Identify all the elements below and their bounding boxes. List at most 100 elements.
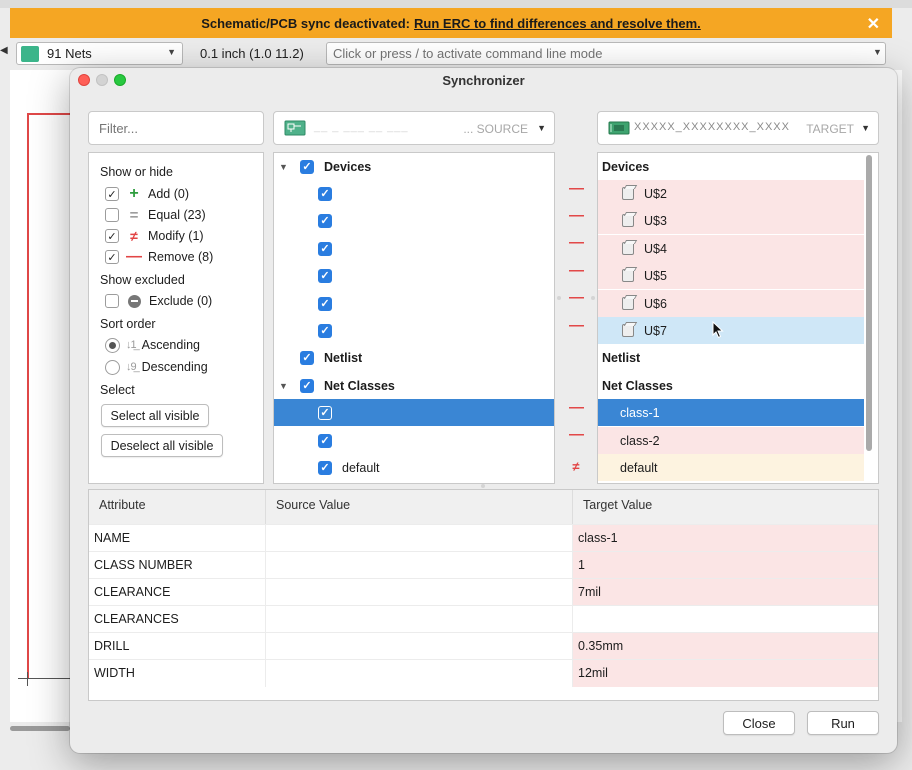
target-tag: TARGET — [806, 122, 854, 136]
table-row[interactable]: WIDTH 12mil — [89, 659, 878, 687]
class-name: class-1 — [620, 405, 660, 420]
checkbox-checked[interactable]: ✓ — [318, 213, 332, 228]
checkbox-checked[interactable]: ✓ — [318, 186, 332, 201]
checkbox-checked[interactable]: ✓ — [318, 268, 332, 283]
target-device-row[interactable]: U$4 — [598, 235, 864, 262]
target-device-row[interactable]: U$5 — [598, 262, 864, 289]
checkbox-checked[interactable]: ✓ — [318, 296, 332, 311]
radio-selected[interactable] — [105, 337, 120, 353]
checkbox-checked[interactable]: ✓ — [300, 159, 314, 174]
canvas-scrollbar[interactable] — [10, 726, 70, 731]
table-row[interactable]: CLEARANCE 7mil — [89, 578, 878, 606]
checkbox-checked[interactable]: ✓ — [318, 241, 332, 256]
target-device-row[interactable]: U$3 — [598, 207, 864, 234]
checkbox-checked[interactable]: ✓ — [318, 405, 332, 420]
splitter-handle[interactable] — [591, 296, 595, 300]
remove-marker-icon: — — [569, 207, 584, 224]
checkbox-checked[interactable]: ✓ — [105, 187, 119, 201]
banner-message: Schematic/PCB sync deactivated: — [201, 15, 411, 31]
target-class-row-selected[interactable]: class-1 — [598, 399, 864, 426]
table-row[interactable]: DRILL 0.35mm — [89, 632, 878, 660]
table-row[interactable]: NAME class-1 — [89, 524, 878, 552]
checkbox-checked[interactable]: ✓ — [105, 229, 119, 243]
target-devices-group[interactable]: Devices — [598, 153, 864, 180]
target-class-row[interactable]: class-2 — [598, 427, 864, 454]
target-device-row[interactable]: U$2 — [598, 180, 864, 207]
source-device-row[interactable]: ✓ — [274, 317, 554, 344]
show-add-toggle[interactable]: ✓ + Add (0) — [105, 185, 189, 203]
source-selector[interactable]: __ _ ___ __ ___ ... SOURCE ▼ — [273, 111, 555, 145]
target-tree[interactable]: Devices U$2 U$3 U$4 U$5 U$6 U$7 Netlist — [597, 152, 879, 484]
source-class-row[interactable]: ✓ — [274, 427, 554, 454]
remove-marker-icon: — — [569, 234, 584, 251]
dialog-titlebar[interactable]: Synchronizer — [70, 68, 897, 94]
filter-input[interactable] — [88, 111, 264, 145]
device-icon — [622, 297, 634, 310]
run-button[interactable]: Run — [807, 711, 879, 735]
show-remove-toggle[interactable]: ✓ — Remove (8) — [105, 248, 213, 266]
checkbox-checked[interactable]: ✓ — [300, 350, 314, 365]
source-devices-group[interactable]: ▼ ✓ Devices — [274, 153, 554, 180]
attribute-name: WIDTH — [89, 660, 266, 687]
attribute-name: CLASS NUMBER — [89, 552, 266, 579]
table-row[interactable]: CLASS NUMBER 1 — [89, 551, 878, 579]
target-device-row-hovered[interactable]: U$7 — [598, 317, 864, 344]
target-class-row[interactable]: default — [598, 454, 864, 481]
sort-descending-radio[interactable]: ↓9̲ Descending — [105, 358, 208, 376]
checkbox-checked[interactable]: ✓ — [318, 323, 332, 338]
source-device-row[interactable]: ✓ — [274, 235, 554, 262]
device-icon — [622, 324, 634, 337]
source-device-row[interactable]: ✓ — [274, 262, 554, 289]
target-device-row[interactable]: U$6 — [598, 290, 864, 317]
source-value — [266, 633, 573, 660]
command-line-input[interactable] — [326, 42, 886, 65]
checkbox-unchecked[interactable] — [105, 208, 119, 222]
device-name: U$7 — [644, 323, 667, 338]
ascending-label: Ascending — [141, 338, 200, 352]
target-netlist-label: Netlist — [602, 350, 641, 365]
radio-unselected[interactable] — [105, 359, 120, 375]
source-class-default-row[interactable]: ✓ default — [274, 454, 554, 481]
select-all-visible-button[interactable]: Select all visible — [101, 404, 209, 427]
target-tree-scrollbar[interactable] — [866, 155, 872, 451]
checkbox-checked[interactable]: ✓ — [105, 250, 119, 264]
banner-close-icon[interactable]: ✕ — [867, 14, 880, 34]
mouse-pointer-icon — [712, 321, 724, 339]
target-value-column-header[interactable]: Target Value — [573, 490, 878, 524]
target-selector[interactable]: XXXXX_XXXXXXXX_XXXX TARGET ▼ — [597, 111, 879, 145]
checkbox-unchecked[interactable] — [105, 294, 119, 308]
show-equal-toggle[interactable]: = Equal (23) — [105, 206, 206, 224]
collapse-arrow-icon[interactable]: ◀ — [0, 45, 8, 61]
source-netlist-row[interactable]: ✓ Netlist — [274, 344, 554, 371]
disclosure-open-icon[interactable]: ▼ — [279, 381, 288, 391]
source-net-classes-group[interactable]: ▼ ✓ Net Classes — [274, 372, 554, 399]
checkbox-checked[interactable]: ✓ — [318, 460, 332, 475]
target-net-classes-group[interactable]: Net Classes — [598, 372, 864, 399]
source-device-row[interactable]: ✓ — [274, 290, 554, 317]
banner-run-erc-link[interactable]: Run ERC to find differences and resolve … — [414, 16, 701, 31]
source-tree[interactable]: ▼ ✓ Devices ✓ ✓ ✓ ✓ ✓ ✓ ✓ Netlist ▼ ✓ Ne… — [273, 152, 555, 484]
splitter-handle[interactable] — [481, 484, 485, 488]
close-button[interactable]: Close — [723, 711, 795, 735]
target-netlist-row[interactable]: Netlist — [598, 344, 864, 371]
source-device-row[interactable]: ✓ — [274, 180, 554, 207]
show-exclude-toggle[interactable]: Exclude (0) — [105, 292, 212, 310]
table-row[interactable]: CLEARANCES — [89, 605, 878, 633]
source-class-row-selected[interactable]: ✓ — [274, 399, 554, 426]
show-modify-toggle[interactable]: ✓ ≠ Modify (1) — [105, 227, 204, 245]
sort-ascending-radio[interactable]: ↓1̲ Ascending — [105, 336, 200, 354]
attribute-column-header[interactable]: Attribute — [89, 490, 266, 524]
show-hide-heading: Show or hide — [100, 165, 173, 179]
nets-dropdown[interactable]: 91 Nets ▼ — [16, 42, 183, 65]
checkbox-checked[interactable]: ✓ — [300, 378, 314, 393]
disclosure-open-icon[interactable]: ▼ — [279, 162, 288, 172]
source-device-row[interactable]: ✓ — [274, 207, 554, 234]
deselect-all-visible-button[interactable]: Deselect all visible — [101, 434, 223, 457]
chevron-down-icon[interactable]: ▼ — [873, 47, 882, 57]
class-name: class-2 — [620, 433, 660, 448]
dialog-title: Synchronizer — [442, 73, 525, 88]
checkbox-checked[interactable]: ✓ — [318, 433, 332, 448]
source-value-column-header[interactable]: Source Value — [266, 490, 573, 524]
splitter-handle[interactable] — [557, 296, 561, 300]
chevron-down-icon: ▼ — [167, 47, 176, 57]
